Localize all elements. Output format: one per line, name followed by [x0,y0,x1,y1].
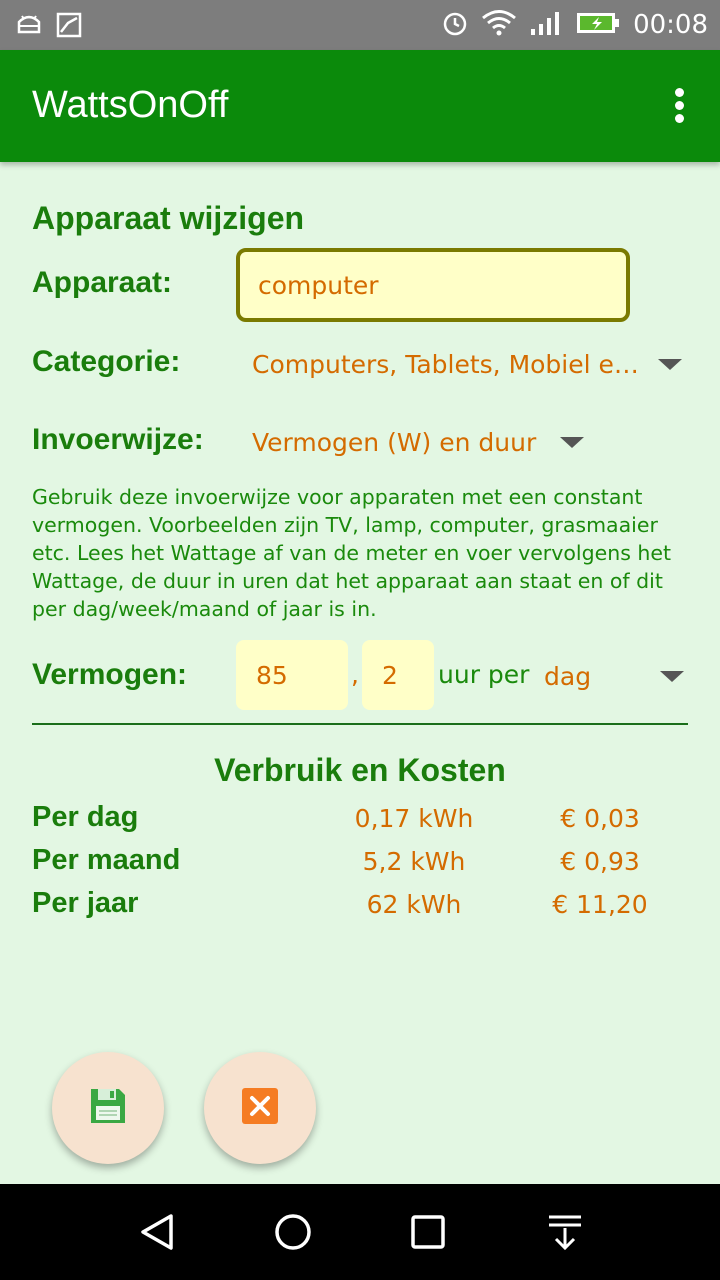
chevron-down-icon [658,358,682,370]
status-time: 00:08 [633,10,708,40]
save-button[interactable] [52,1052,164,1164]
device-label: Apparaat: [32,266,173,299]
result-label-year: Per jaar [32,887,139,919]
separator: , [351,660,359,689]
recents-icon[interactable] [410,1214,446,1254]
input-mode-value: Vermogen (W) en duur [252,427,537,457]
chevron-down-icon [560,436,584,448]
app-title: WattsOnOff [32,84,229,126]
hours-value: 2 [382,660,398,690]
cancel-button[interactable] [204,1052,316,1164]
power-input[interactable]: 85 [236,640,348,710]
divider [32,723,688,725]
result-kwh-year: 62 kWh [366,890,462,919]
section-title: Apparaat wijzigen [32,200,305,236]
help-text: Gebruik deze invoerwijze voor apparaten … [32,485,672,621]
android-icon [16,12,42,42]
result-cost-month: € 0,93 [560,847,640,876]
device-name-value: computer [258,270,379,300]
result-cost-year: € 11,20 [552,890,648,919]
result-cost-day: € 0,03 [560,804,640,833]
cancel-icon [240,1086,280,1130]
save-icon [88,1086,128,1130]
wifi-icon [481,9,517,41]
image-icon [56,12,82,42]
device-name-input[interactable]: computer [236,248,630,322]
category-label: Categorie: [32,345,181,378]
notifications-pull-icon[interactable] [546,1212,584,1256]
category-value: Computers, Tablets, Mobiel e… [252,349,639,379]
period-value: dag [544,661,592,691]
results-title: Verbruik en Kosten [214,752,506,788]
result-label-month: Per maand [32,844,181,876]
power-value: 85 [256,660,288,690]
input-mode-dropdown[interactable]: Vermogen (W) en duur [252,424,584,460]
power-label: Vermogen: [32,658,188,691]
signal-icon [529,9,563,41]
home-icon[interactable] [273,1212,313,1256]
chevron-down-icon [660,670,684,682]
period-dropdown[interactable]: dag [544,658,684,694]
app-bar: WattsOnOff [0,50,720,162]
status-bar: 00:08 [0,0,720,50]
category-dropdown[interactable]: Computers, Tablets, Mobiel e… [252,346,682,382]
back-icon[interactable] [138,1212,178,1256]
result-label-day: Per dag [32,801,139,833]
input-mode-label: Invoerwijze: [32,423,204,456]
navigation-bar [0,1184,720,1280]
result-kwh-day: 0,17 kWh [354,804,474,833]
result-kwh-month: 5,2 kWh [362,847,466,876]
battery-charging-icon [575,10,621,40]
hours-input[interactable]: 2 [362,640,434,710]
overflow-menu-icon[interactable] [672,88,686,128]
hours-suffix: uur per [438,660,530,689]
alarm-icon [441,9,469,41]
